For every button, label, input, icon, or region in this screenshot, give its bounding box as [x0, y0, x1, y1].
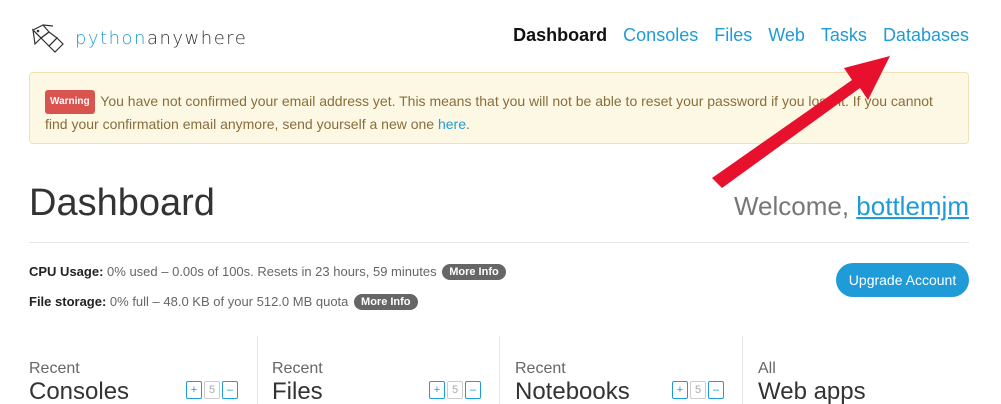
count-value: 5 — [447, 381, 463, 399]
nav-databases[interactable]: Databases — [883, 25, 969, 46]
panel-divider — [257, 336, 258, 404]
cpu-more-info-button[interactable]: More Info — [442, 264, 506, 280]
decrease-button[interactable]: – — [708, 381, 724, 399]
files-count-stepper: + 5 – — [429, 381, 481, 399]
red-arrow-annotation-icon — [712, 56, 890, 188]
cpu-usage: CPU Usage: 0% used – 0.00s of 100s. Rese… — [29, 264, 506, 280]
panel-title: Files — [272, 378, 323, 404]
increase-button[interactable]: + — [429, 381, 445, 399]
cpu-usage-label: CPU Usage: — [29, 264, 104, 279]
nav-files[interactable]: Files — [714, 25, 752, 46]
file-storage-value: 0% full – 48.0 KB of your 512.0 MB quota — [109, 294, 349, 309]
all-web-apps-panel: All Web apps — [758, 336, 969, 404]
panel-divider — [742, 336, 743, 404]
upgrade-account-button[interactable]: Upgrade Account — [836, 263, 969, 297]
top-nav: Dashboard Consoles Files Web Tasks Datab… — [513, 25, 969, 46]
panel-subtitle: Recent — [29, 360, 80, 377]
increase-button[interactable]: + — [186, 381, 202, 399]
decrease-button[interactable]: – — [465, 381, 481, 399]
panel-title: Web apps — [758, 378, 866, 404]
cpu-usage-value: 0% used – 0.00s of 100s. Resets in 23 ho… — [107, 264, 437, 279]
panel-subtitle: Recent — [515, 360, 566, 377]
notebooks-count-stepper: + 5 – — [672, 381, 724, 399]
count-value: 5 — [204, 381, 220, 399]
page-title: Dashboard — [29, 182, 215, 224]
logo[interactable]: pythonanywhere — [29, 22, 247, 54]
file-storage-label: File storage: — [29, 294, 107, 309]
recent-consoles-panel: Recent Consoles + 5 – — [29, 336, 258, 404]
decrease-button[interactable]: – — [222, 381, 238, 399]
recent-files-panel: Recent Files + 5 – — [272, 336, 500, 404]
panel-title: Consoles — [29, 378, 130, 404]
storage-more-info-button[interactable]: More Info — [354, 294, 418, 310]
recent-notebooks-panel: Recent Notebooks + 5 – — [515, 336, 743, 404]
warning-end: . — [466, 116, 470, 132]
count-value: 5 — [690, 381, 706, 399]
panel-title: Notebooks — [515, 378, 630, 404]
increase-button[interactable]: + — [672, 381, 688, 399]
consoles-count-stepper: + 5 – — [186, 381, 238, 399]
panel-subtitle: All — [758, 360, 776, 377]
panel-subtitle: Recent — [272, 360, 323, 377]
resend-confirmation-link[interactable]: here — [438, 116, 466, 132]
python-snake-logo-icon — [31, 24, 64, 53]
file-storage: File storage: 0% full – 48.0 KB of your … — [29, 294, 418, 310]
nav-consoles[interactable]: Consoles — [623, 25, 698, 46]
nav-web[interactable]: Web — [768, 25, 805, 46]
nav-dashboard[interactable]: Dashboard — [513, 25, 607, 46]
divider — [29, 242, 969, 243]
nav-tasks[interactable]: Tasks — [821, 25, 867, 46]
warning-badge: Warning — [45, 90, 95, 114]
panel-divider — [499, 336, 500, 404]
logo-text: pythonanywhere — [75, 27, 248, 49]
